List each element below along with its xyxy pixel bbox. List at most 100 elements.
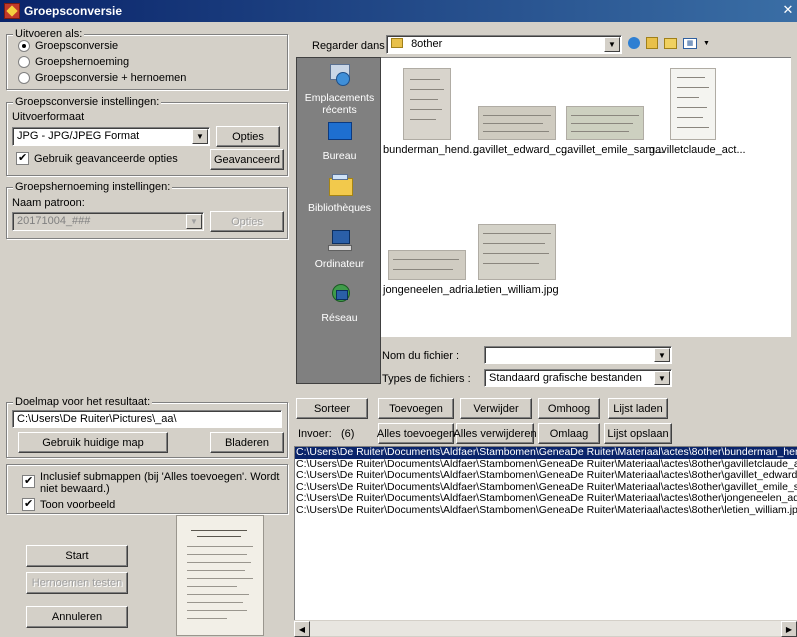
file-name: gavilletclaude_act...: [649, 144, 746, 156]
filename-input[interactable]: ▼: [484, 346, 672, 364]
cancel-button[interactable]: Annuleren: [26, 606, 128, 628]
output-format-label: Uitvoerformaat: [12, 111, 85, 123]
radio-conversie-hernoemen[interactable]: Groepsconversie + hernoemen: [18, 72, 186, 84]
scroll-right-icon[interactable]: ▶: [781, 621, 797, 637]
input-file-list[interactable]: C:\Users\De Ruiter\Documents\Aldfaer\Sta…: [294, 446, 797, 636]
place-libraries[interactable]: Bibliothèques: [297, 172, 382, 214]
name-pattern-value: 20171004_###: [17, 215, 91, 227]
file-item[interactable]: letien_william.jpg: [473, 208, 561, 296]
radio-label: Groepshernoeming: [35, 56, 130, 68]
place-recent[interactable]: Emplacements récents: [297, 62, 382, 116]
list-item[interactable]: C:\Users\De Ruiter\Documents\Aldfaer\Sta…: [295, 492, 797, 505]
file-item[interactable]: bunderman_hend...: [383, 66, 478, 156]
folder-icon: [391, 38, 403, 48]
look-in-label: Regarder dans :: [312, 40, 391, 52]
name-pattern-label: Naam patroon:: [12, 197, 85, 209]
look-in-select[interactable]: 8other ▼: [386, 35, 622, 54]
radio-dot[interactable]: [18, 56, 30, 68]
desktop-icon: [326, 120, 354, 146]
file-thumbnail: [478, 106, 556, 140]
advanced-options-label: Gebruik geavanceerde opties: [34, 152, 178, 165]
show-preview-label: Toon voorbeeld: [40, 498, 116, 511]
destination-legend: Doelmap voor het resultaat:: [13, 396, 153, 409]
add-all-button[interactable]: Alles toevoegen: [377, 423, 455, 444]
list-item[interactable]: C:\Users\De Ruiter\Documents\Aldfaer\Sta…: [295, 469, 797, 482]
title-bar: Groepsconversie ✕: [0, 0, 797, 22]
preview-thumbnail: [176, 515, 264, 636]
places-bar: Emplacements récents Bureau Bibliothèque…: [296, 57, 381, 384]
checkbox-box[interactable]: [22, 474, 35, 488]
list-item[interactable]: C:\Users\De Ruiter\Documents\Aldfaer\Sta…: [295, 504, 797, 517]
output-format-select[interactable]: JPG - JPG/JPEG Format ▼: [12, 127, 210, 146]
file-name: gavillet_edward_c...: [473, 144, 571, 156]
use-current-folder-button[interactable]: Gebruik huidige map: [18, 432, 168, 453]
remove-button[interactable]: Verwijder: [460, 398, 532, 419]
chevron-down-icon[interactable]: ▼: [654, 348, 670, 362]
advanced-button[interactable]: Geavanceerd: [210, 149, 284, 170]
checkbox-box[interactable]: [22, 497, 35, 511]
scroll-left-icon[interactable]: ◀: [294, 621, 310, 637]
libraries-icon: [326, 172, 354, 198]
save-list-button[interactable]: Lijst opslaan: [604, 423, 672, 444]
show-preview-checkbox[interactable]: Toon voorbeeld: [22, 497, 116, 511]
computer-icon: [326, 228, 354, 254]
file-item[interactable]: gavillet_edward_c...: [473, 66, 570, 156]
chevron-down-icon[interactable]: ▼: [604, 37, 620, 52]
new-folder-icon[interactable]: [664, 37, 677, 49]
chevron-down-icon[interactable]: ▼: [703, 40, 710, 47]
radio-groepsconversie[interactable]: Groepsconversie: [18, 40, 118, 52]
look-in-value: 8other: [411, 38, 443, 50]
back-icon[interactable]: [628, 37, 640, 49]
radio-dot[interactable]: [18, 72, 30, 84]
add-button[interactable]: Toevoegen: [378, 398, 454, 419]
chevron-down-icon[interactable]: ▼: [654, 371, 670, 385]
sort-button[interactable]: Sorteer: [296, 398, 368, 419]
subfolders-checkbox[interactable]: Inclusief submappen (bij 'Alles toevoege…: [22, 471, 280, 495]
file-item[interactable]: jongeneelen_adria...: [383, 208, 483, 296]
move-down-button[interactable]: Omlaag: [538, 423, 600, 444]
file-item[interactable]: gavillet_emile_sam...: [561, 66, 664, 156]
remove-all-button[interactable]: Alles verwijderen: [453, 423, 537, 444]
start-button[interactable]: Start: [26, 545, 128, 567]
input-count-value: (6): [341, 428, 355, 440]
checkbox-box[interactable]: [16, 151, 29, 165]
load-list-button[interactable]: Lijst laden: [608, 398, 668, 419]
chevron-down-icon[interactable]: ▼: [186, 214, 202, 229]
move-up-button[interactable]: Omhoog: [538, 398, 600, 419]
browser-toolbar: ▦ ▼: [628, 37, 710, 49]
rename-options-button[interactable]: Opties: [210, 211, 284, 232]
file-view: bunderman_hend... gavillet_edward_c... g…: [381, 57, 791, 337]
radio-dot[interactable]: [18, 40, 30, 52]
conversion-legend: Groepsconversie instellingen:: [13, 96, 162, 109]
network-icon: [326, 282, 354, 308]
file-item[interactable]: gavilletclaude_act...: [649, 66, 746, 156]
file-name: letien_william.jpg: [475, 284, 559, 296]
radio-groepshernoeming[interactable]: Groepshernoeming: [18, 56, 129, 68]
place-network[interactable]: Réseau: [297, 282, 382, 324]
view-menu-icon[interactable]: ▦: [683, 37, 697, 49]
horizontal-scrollbar[interactable]: ◀ ▶: [294, 620, 797, 637]
list-item[interactable]: C:\Users\De Ruiter\Documents\Aldfaer\Sta…: [295, 447, 797, 459]
advanced-options-checkbox[interactable]: Gebruik geavanceerde opties: [16, 151, 178, 165]
rename-legend: Groepshernoeming instellingen:: [13, 181, 173, 194]
filetype-label: Types de fichiers :: [382, 373, 471, 385]
close-icon[interactable]: ✕: [781, 2, 795, 18]
format-options-button[interactable]: Opties: [216, 126, 280, 147]
recent-places-icon: [326, 62, 354, 88]
file-thumbnail: [388, 250, 466, 280]
destination-path-input[interactable]: C:\Users\De Ruiter\Pictures\_aa\: [12, 410, 282, 428]
file-name: jongeneelen_adria...: [383, 284, 483, 296]
name-pattern-combobox[interactable]: 20171004_### ▼: [12, 212, 204, 231]
place-desktop[interactable]: Bureau: [297, 120, 382, 162]
input-count-label: Invoer:: [298, 428, 332, 440]
filename-label: Nom du fichier :: [382, 350, 460, 362]
chevron-down-icon[interactable]: ▼: [192, 129, 208, 144]
place-computer[interactable]: Ordinateur: [297, 228, 382, 270]
test-rename-button[interactable]: Hernoemen testen: [26, 572, 128, 594]
browse-button[interactable]: Bladeren: [210, 432, 284, 453]
subfolders-label: Inclusief submappen (bij 'Alles toevoege…: [40, 471, 280, 495]
up-folder-icon[interactable]: [646, 37, 658, 49]
output-format-value: JPG - JPG/JPEG Format: [17, 130, 140, 142]
filetype-select[interactable]: Standaard grafische bestanden ▼: [484, 369, 672, 387]
file-thumbnail: [403, 68, 451, 140]
